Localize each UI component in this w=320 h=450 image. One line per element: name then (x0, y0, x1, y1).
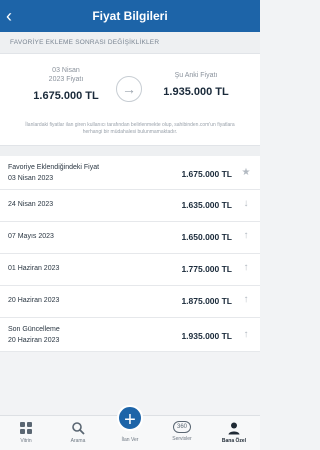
history-date: 20 Haziran 2023 (8, 297, 60, 304)
tab-bana-ozel[interactable]: Bana Özel (208, 416, 260, 450)
list-item: Son Güncelleme 20 Haziran 2023 1.935.000… (0, 318, 260, 352)
history-price: 1.675.000 TL (181, 169, 232, 179)
current-price-label: Şu Anki Fiyatı (174, 72, 218, 79)
tab-label: Bana Özel (221, 438, 247, 444)
list-item: 01 Haziran 2023 1.775.000 TL ↑ (0, 254, 260, 286)
page-title: Fiyat Bilgileri (92, 9, 168, 23)
tab-arama[interactable]: Arama (52, 416, 104, 450)
price-history-list: Favoriye Eklendiğindeki Fiyat 03 Nisan 2… (0, 156, 260, 352)
initial-price-block: 03 Nisan 2023 Fiyatı 1.675.000 TL (12, 66, 120, 102)
tab-label: Servisler (172, 436, 192, 442)
user-icon (226, 421, 242, 435)
history-price: 1.635.000 TL (181, 200, 232, 210)
price-comparison-card: 03 Nisan 2023 Fiyatı 1.675.000 TL → Şu A… (0, 54, 260, 146)
history-date: 20 Haziran 2023 (8, 337, 60, 344)
arrow-up-icon: ↑ (243, 329, 249, 340)
history-date: 03 Nisan 2023 (8, 175, 54, 182)
current-price-block: Şu Anki Fiyatı 1.935.000 TL (142, 71, 250, 98)
arrow-up-icon: ↑ (243, 230, 249, 241)
history-price: 1.935.000 TL (181, 331, 232, 341)
history-price: 1.775.000 TL (181, 264, 232, 274)
search-icon (70, 421, 86, 435)
tab-ilan-ver[interactable]: + İlan Ver (104, 405, 156, 450)
list-item: 07 Mayıs 2023 1.650.000 TL ↑ (0, 222, 260, 254)
list-item: Favoriye Eklendiğindeki Fiyat 03 Nisan 2… (0, 156, 260, 190)
price-info-page: ‹ Fiyat Bilgileri FAVORİYE EKLEME SONRAS… (0, 0, 260, 450)
history-label: Favoriye Eklendiğindeki Fiyat (8, 164, 100, 171)
arrow-down-icon: ↓ (243, 198, 249, 209)
plus-icon[interactable]: + (117, 405, 143, 431)
tab-label: Vitrin (20, 438, 32, 444)
arrow-right-icon: → (116, 76, 142, 102)
history-label: Son Güncelleme (8, 326, 60, 333)
section-title: FAVORİYE EKLEME SONRASI DEĞİŞİKLİKLER (0, 32, 260, 54)
tab-label: Arama (70, 438, 86, 444)
initial-price: 1.675.000 TL (33, 90, 99, 102)
chevron-left-icon: ‹ (6, 6, 12, 26)
360-icon: 360 (173, 421, 191, 433)
initial-date-line1: 03 Nisan (52, 67, 80, 74)
tab-vitrin[interactable]: Vitrin (0, 416, 52, 450)
history-price: 1.875.000 TL (181, 296, 232, 306)
list-item: 24 Nisan 2023 1.635.000 TL ↓ (0, 190, 260, 222)
tab-label: İlan Ver (121, 437, 139, 443)
history-date: 07 Mayıs 2023 (8, 233, 54, 240)
current-price: 1.935.000 TL (163, 86, 229, 98)
spacer (0, 146, 260, 156)
arrow-up-icon: ↑ (243, 294, 249, 305)
grid-icon (18, 421, 34, 435)
initial-date-line2: 2023 Fiyatı (48, 76, 84, 83)
star-icon: ★ (241, 167, 251, 178)
tab-servisler[interactable]: 360 Servisler (156, 416, 208, 450)
list-item: 20 Haziran 2023 1.875.000 TL ↑ (0, 286, 260, 318)
navigation-header: ‹ Fiyat Bilgileri (0, 0, 260, 32)
disclaimer-note: İlanlardaki fiyatlar ilan giren kullanıc… (25, 122, 235, 135)
bottom-tab-bar: Vitrin Arama + İlan Ver 360 Servisler Ba… (0, 405, 260, 450)
history-price: 1.650.000 TL (181, 232, 232, 242)
back-button[interactable]: ‹ (6, 7, 24, 25)
history-date: 24 Nisan 2023 (8, 201, 54, 208)
arrow-up-icon: ↑ (243, 262, 249, 273)
history-date: 01 Haziran 2023 (8, 265, 60, 272)
